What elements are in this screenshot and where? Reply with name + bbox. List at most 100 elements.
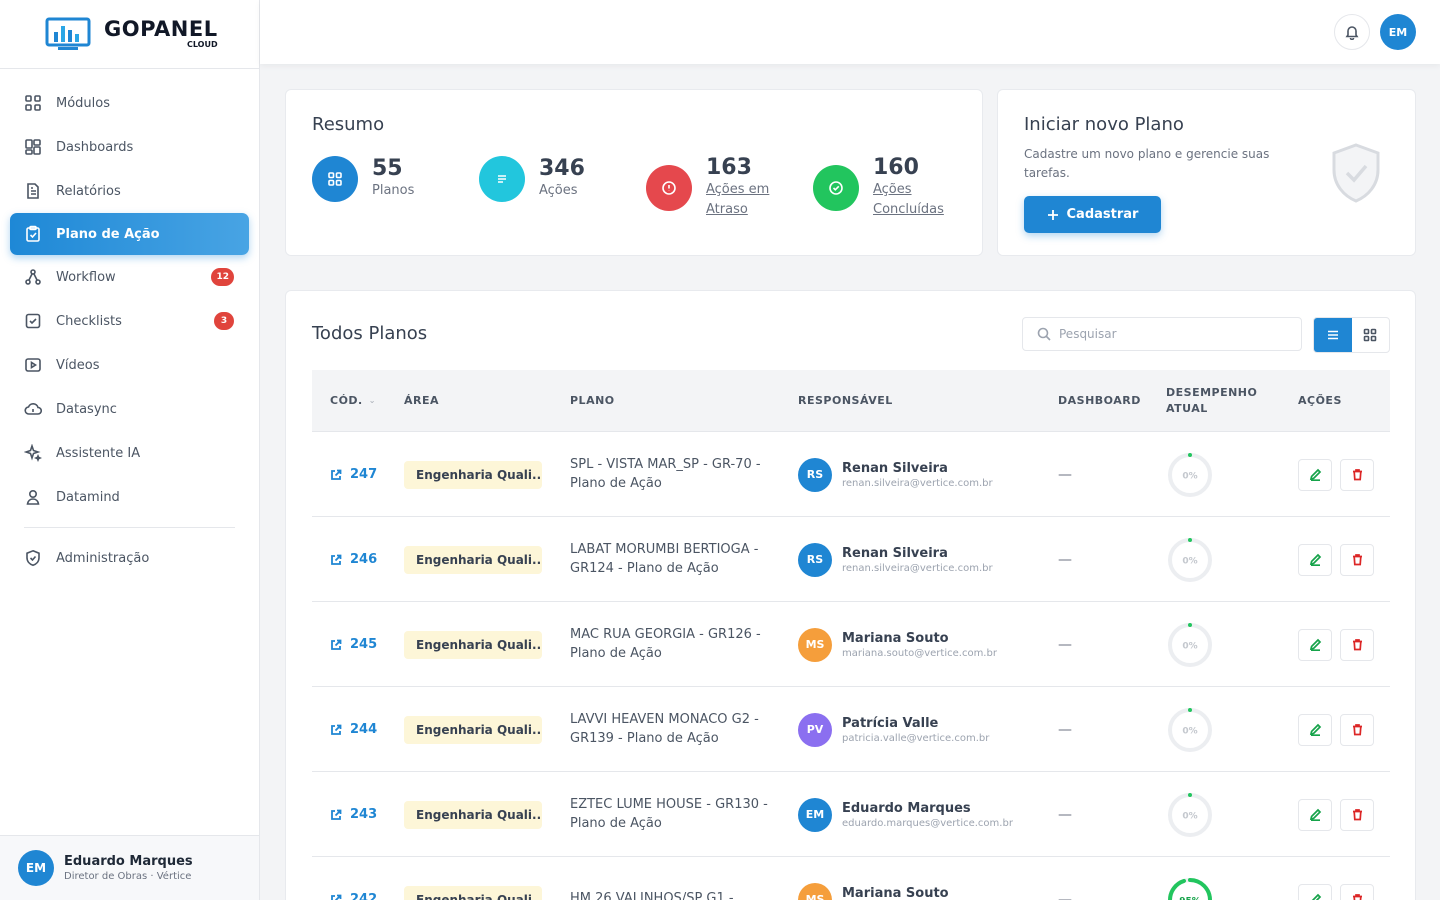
stat-atraso-label[interactable]: Ações em Atraso [706,180,778,219]
check-circle-icon [829,180,843,195]
grid-icon [25,95,41,111]
sidebar-item-label: Datamind [56,489,120,505]
trash-icon [1352,894,1362,900]
plans-card: Todos Planos CÓD. ⌄ ÁREA PLANO RESPONSÁV… [285,290,1416,900]
sidebar-item-datasync[interactable]: Datasync [0,387,259,431]
sidebar-item-workflow[interactable]: Workflow 12 [0,255,259,299]
edit-button[interactable] [1298,883,1332,900]
actions-cell [1298,602,1382,687]
responsible-cell: PV Patrícia Valle patricia.valle@vertice… [798,687,989,772]
cloud-sync-icon [24,403,42,415]
edit-button[interactable] [1298,543,1332,576]
notifications-button[interactable] [1334,14,1370,50]
stat-acoes-concluidas[interactable]: 160 Ações Concluídas [813,155,945,219]
column-header-cod[interactable]: CÓD. ⌄ [330,370,376,432]
plan-name: HM 26 VALINHOS/SP G1 - [570,891,734,900]
list-view-button[interactable] [1314,318,1352,352]
delete-button[interactable] [1340,628,1374,661]
performance-value: 0% [1182,641,1197,651]
actions-cell [1298,857,1382,900]
sidebar-item-dashboards[interactable]: Dashboards [0,125,259,169]
report-icon [27,183,39,199]
plan-code-link[interactable]: 243 [330,772,377,857]
edit-button[interactable] [1298,628,1332,661]
brand-logo[interactable]: GOPANEL CLOUD [0,0,259,69]
performance-value: 0% [1182,811,1197,821]
person-icon [26,489,40,505]
sidebar-item-label: Plano de Ação [56,226,160,242]
performance-cell: 0% [1166,772,1214,857]
trash-icon [1352,809,1362,821]
responsible-cell: EM Eduardo Marques eduardo.marques@verti… [798,772,1013,857]
sidebar-item-modulos[interactable]: Módulos [0,81,259,125]
edit-button[interactable] [1298,798,1332,831]
plan-code: 242 [350,892,378,900]
delete-button[interactable] [1340,713,1374,746]
dashboard-cell: — [1058,857,1072,900]
sidebar-item-plano-de-acao[interactable]: Plano de Ação [10,213,249,255]
table-row: 242 Engenharia Quali... HM 26 VALINHOS/S… [312,857,1390,900]
delete-button[interactable] [1340,543,1374,576]
dashboard-cell: — [1058,432,1072,517]
user-name: Eduardo Marques [64,854,193,869]
plan-cell: LABAT MORUMBI BERTIOGA - GR124 - Plano d… [570,517,780,602]
stat-concluidas-label[interactable]: Ações Concluídas [873,180,945,219]
column-header-acoes: AÇÕES [1298,393,1342,407]
edit-button[interactable] [1298,713,1332,746]
stat-acoes-atraso[interactable]: 163 Ações em Atraso [646,155,778,219]
area-badge: Engenharia Quali... [404,460,542,489]
workflow-count-badge: 12 [211,268,234,286]
pencil-icon [1309,723,1321,736]
responsible-email: mariana.souto@vertice.com.br [842,647,997,659]
search-input[interactable] [1059,327,1279,341]
avatar: RS [798,457,832,492]
plan-code-link[interactable]: 244 [330,687,377,772]
delete-button[interactable] [1340,458,1374,491]
user-avatar-button[interactable]: EM [1380,14,1416,50]
table-row: 243 Engenharia Quali... EZTEC LUME HOUSE… [312,772,1390,857]
performance-value: 0% [1182,556,1197,566]
sidebar-item-checklists[interactable]: Checklists 3 [0,299,259,343]
responsible-name: Patrícia Valle [842,715,939,731]
grid-view-button[interactable] [1352,318,1390,352]
area-cell: Engenharia Quali... [404,687,542,772]
workflow-icon [25,269,41,285]
dashboard-value: — [1058,466,1072,483]
performance-value: 0% [1182,726,1197,736]
responsible-cell: MS Mariana Souto mariana.souto@vertice.c… [798,857,997,900]
plan-code-link[interactable]: 246 [330,517,377,602]
column-header-label: CÓD. [330,393,363,407]
sidebar-item-datamind[interactable]: Datamind [0,475,259,519]
avatar: MS [798,882,832,900]
sidebar-item-relatorios[interactable]: Relatórios [0,169,259,213]
delete-button[interactable] [1340,798,1374,831]
user-profile[interactable]: EM Eduardo Marques Diretor de Obras · Vé… [0,835,259,900]
plan-code-link[interactable]: 245 [330,602,377,687]
edit-button[interactable] [1298,458,1332,491]
cadastrar-button-label: Cadastrar [1066,207,1139,222]
stat-concluidas-value: 160 [873,155,919,180]
performance-ring: 0% [1168,622,1212,667]
summary-title: Resumo [312,114,385,135]
plan-name: LAVVI HEAVEN MONACO G2 - GR139 - Plano d… [570,711,759,746]
external-link-icon [331,724,342,735]
performance-value: 0% [1182,471,1197,481]
plan-code-link[interactable]: 242 [330,857,377,900]
brand-name: GOPANEL [104,17,218,41]
plans-title: Todos Planos [312,323,428,344]
sidebar-item-administracao[interactable]: Administração [0,536,259,580]
external-link-icon [331,469,342,480]
avatar: MS [798,627,832,662]
sidebar-item-assistente-ia[interactable]: Assistente IA [0,431,259,475]
stat-concluidas-icon-circle [813,164,859,211]
new-plan-card: Iniciar novo Plano Cadastre um novo plan… [997,89,1416,256]
stat-atraso-value: 163 [706,155,752,180]
delete-button[interactable] [1340,883,1374,900]
cadastrar-button[interactable]: Cadastrar [1024,196,1161,233]
plan-code-link[interactable]: 247 [330,432,377,517]
sidebar-item-label: Datasync [56,401,117,417]
stat-atraso-icon-circle [646,164,692,211]
sidebar-item-videos[interactable]: Vídeos [0,343,259,387]
grid-icon [328,172,342,186]
actions-cell [1298,772,1382,857]
